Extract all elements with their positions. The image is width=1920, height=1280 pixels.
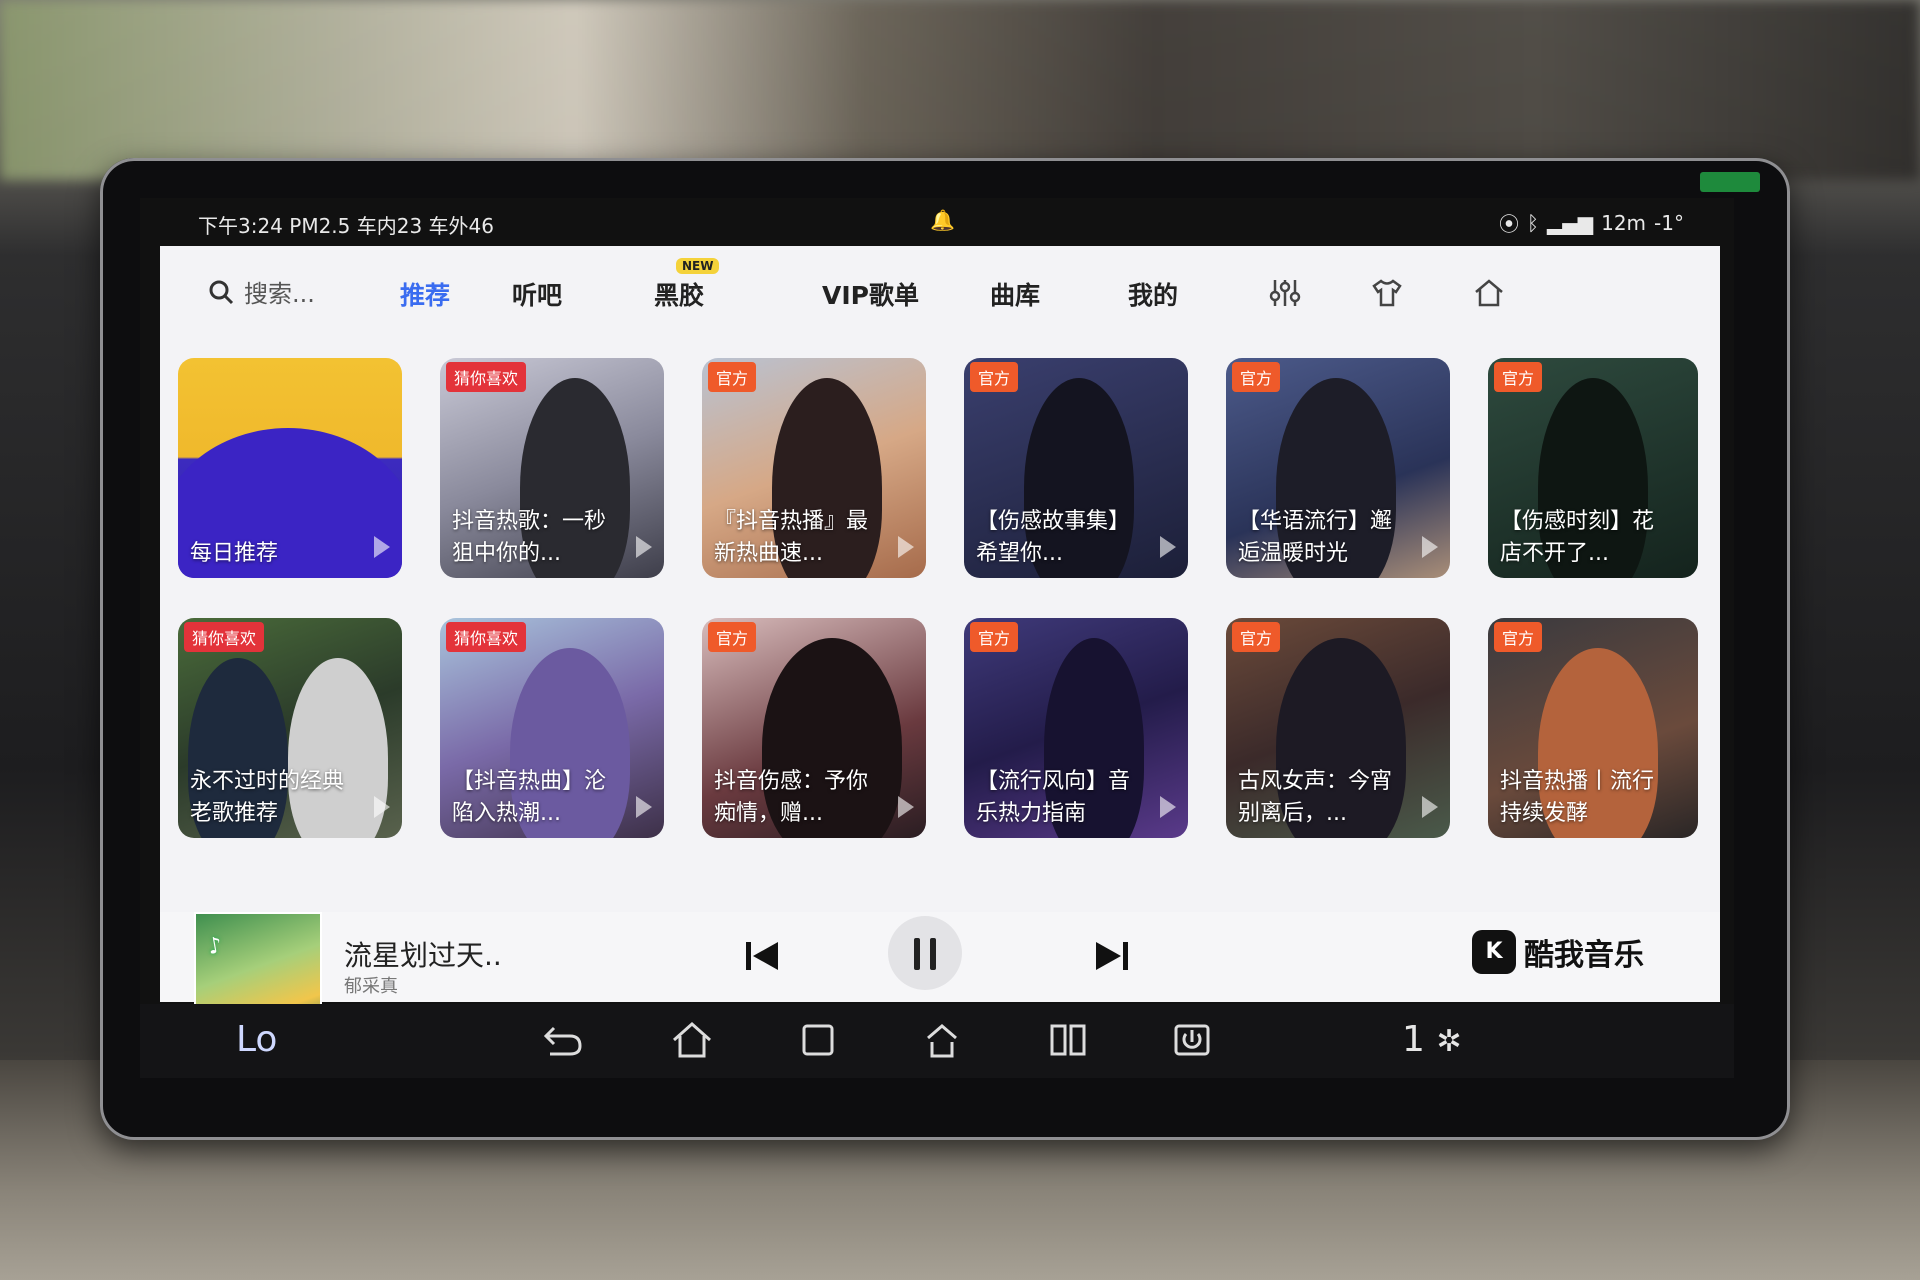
pause-icon-bar	[930, 938, 936, 970]
power-icon[interactable]	[1170, 1020, 1214, 1060]
card-title: 【流行风向】音乐热力指南	[976, 769, 1131, 826]
home-icon[interactable]	[1472, 276, 1506, 310]
card-title: 抖音热歌：一秒狙中你的...	[452, 509, 607, 566]
artist-name: 郁采真	[344, 976, 398, 997]
playlist-card[interactable]: 猜你喜欢 抖音热歌：一秒狙中你的...	[440, 358, 664, 578]
play-icon	[1160, 536, 1176, 558]
tag-badge: 官方	[1494, 622, 1543, 652]
tab-recommend[interactable]: 推荐	[400, 276, 450, 312]
search-icon	[209, 280, 234, 304]
fan-speed[interactable]: 1 ✲	[1402, 1020, 1462, 1062]
shirt-icon[interactable]	[1370, 276, 1404, 310]
next-icon[interactable]	[1092, 936, 1132, 976]
fan-icon: ✲	[1436, 1024, 1462, 1059]
driver-setting[interactable]: Lo	[236, 1020, 277, 1060]
tab-mine[interactable]: 我的	[1128, 276, 1178, 312]
playlist-card[interactable]: 猜你喜欢 永不过时的经典老歌推荐	[178, 618, 402, 838]
system-dock: Lo 1 ✲	[140, 1004, 1734, 1078]
tag-badge: 官方	[708, 622, 757, 652]
status-info: 下午3:24 PM2.5 车内23 车外46	[198, 214, 495, 238]
playlist-card[interactable]: 官方 抖音伤感：予你痴情，赠...	[702, 618, 926, 838]
bezel-indicator	[1700, 172, 1760, 192]
playlist-card[interactable]: 官方 抖音热播丨流行持续发酵	[1488, 618, 1698, 838]
cover-art: ♪	[205, 932, 225, 961]
background-window	[0, 0, 1920, 180]
playlist-card[interactable]: 官方 『抖音热播』最新热曲速...	[702, 358, 926, 578]
tab-vip-playlist[interactable]: VIP歌单	[822, 276, 919, 312]
pause-button[interactable]	[888, 916, 962, 990]
card-title: 古风女声：今宵别离后，...	[1238, 769, 1393, 826]
play-icon	[1422, 536, 1438, 558]
card-title: 【抖音热曲】沦陷入热潮...	[452, 769, 607, 826]
signal-icon: ▂▄▆	[1546, 210, 1594, 235]
tag-badge: 官方	[970, 362, 1019, 392]
status-right: ⦿ ᛒ ▂▄▆ 12m -1°	[1499, 208, 1684, 237]
equalizer-icon[interactable]	[1268, 276, 1302, 310]
kuwo-logo-icon: K	[1472, 930, 1516, 974]
playlist-card[interactable]: 官方 【流行风向】音乐热力指南	[964, 618, 1188, 838]
play-icon	[1160, 796, 1176, 818]
status-temperature: -1°	[1654, 210, 1684, 235]
playlist-card[interactable]: 官方 古风女声：今宵别离后，...	[1226, 618, 1450, 838]
card-title: 【伤感故事集】希望你...	[976, 509, 1131, 566]
card-title: 【伤感时刻】花店不开了...	[1500, 509, 1655, 566]
card-title: 『抖音热播』最新热曲速...	[714, 509, 869, 566]
bell-icon: 🔔	[930, 208, 955, 232]
previous-icon[interactable]	[742, 936, 782, 976]
play-icon	[374, 536, 390, 558]
search-placeholder: 搜索...	[244, 280, 315, 308]
play-icon	[636, 796, 652, 818]
card-title: 永不过时的经典老歌推荐	[190, 769, 345, 826]
tag-badge: 官方	[1232, 622, 1281, 652]
bluetooth-icon: ᛒ	[1526, 210, 1539, 235]
rotate-screen-icon[interactable]	[920, 1020, 964, 1060]
play-icon	[1422, 796, 1438, 818]
top-nav: 搜索... 推荐 听吧 NEW 黑胶 VIP歌单 曲库 我的	[160, 246, 1720, 338]
play-icon	[898, 536, 914, 558]
card-title: 【华语流行】邂逅温暖时光	[1238, 509, 1393, 566]
tag-badge: 官方	[1232, 362, 1281, 392]
play-icon	[898, 796, 914, 818]
back-icon[interactable]	[540, 1020, 584, 1060]
music-app: 搜索... 推荐 听吧 NEW 黑胶 VIP歌单 曲库 我的 每日推荐 猜你喜欢…	[160, 246, 1720, 1038]
recent-apps-icon[interactable]	[796, 1020, 840, 1060]
split-screen-icon[interactable]	[1046, 1020, 1090, 1060]
fan-speed-value: 1	[1402, 1019, 1425, 1060]
card-title: 每日推荐	[190, 541, 279, 566]
playlist-card[interactable]: 官方 【伤感故事集】希望你...	[964, 358, 1188, 578]
playlist-card[interactable]: 猜你喜欢 【抖音热曲】沦陷入热潮...	[440, 618, 664, 838]
play-icon	[636, 536, 652, 558]
card-title: 抖音热播丨流行持续发酵	[1500, 769, 1655, 826]
status-bar: 下午3:24 PM2.5 车内23 车外46 🔔 ⦿ ᛒ ▂▄▆ 12m -1°	[140, 198, 1734, 244]
display-bezel: 下午3:24 PM2.5 车内23 车外46 🔔 ⦿ ᛒ ▂▄▆ 12m -1°…	[100, 158, 1790, 1140]
tag-badge: 猜你喜欢	[184, 622, 265, 652]
song-title[interactable]: 流星划过天..	[344, 934, 502, 974]
tag-badge: 官方	[1494, 362, 1543, 392]
playlist-card[interactable]: 每日推荐	[178, 358, 402, 578]
tab-listen[interactable]: 听吧	[512, 276, 562, 312]
player-bar: ♪ 流星划过天.. 郁采真 K 酷我音乐	[160, 912, 1720, 1038]
tab-vinyl[interactable]: NEW 黑胶	[654, 258, 720, 312]
status-distance: 12m	[1601, 210, 1647, 235]
tag-badge: 猜你喜欢	[446, 622, 527, 652]
playlist-card[interactable]: 官方 【伤感时刻】花店不开了...	[1488, 358, 1698, 578]
brand-name: 酷我音乐	[1524, 938, 1644, 973]
card-title: 抖音伤感：予你痴情，赠...	[714, 769, 869, 826]
location-icon: ⦿	[1498, 212, 1519, 236]
new-badge: NEW	[676, 258, 720, 274]
search-box[interactable]: 搜索...	[208, 274, 315, 309]
playlist-card[interactable]: 官方 【华语流行】邂逅温暖时光	[1226, 358, 1450, 578]
tab-vinyl-label: 黑胶	[654, 281, 705, 310]
home-icon[interactable]	[670, 1020, 714, 1060]
tag-badge: 官方	[708, 362, 757, 392]
play-icon	[374, 796, 390, 818]
brand: K 酷我音乐	[1472, 930, 1644, 974]
tag-badge: 猜你喜欢	[446, 362, 527, 392]
pause-icon	[914, 938, 920, 970]
tag-badge: 官方	[970, 622, 1019, 652]
screen: 下午3:24 PM2.5 车内23 车外46 🔔 ⦿ ᛒ ▂▄▆ 12m -1°…	[140, 198, 1734, 1078]
tab-library[interactable]: 曲库	[990, 276, 1040, 312]
